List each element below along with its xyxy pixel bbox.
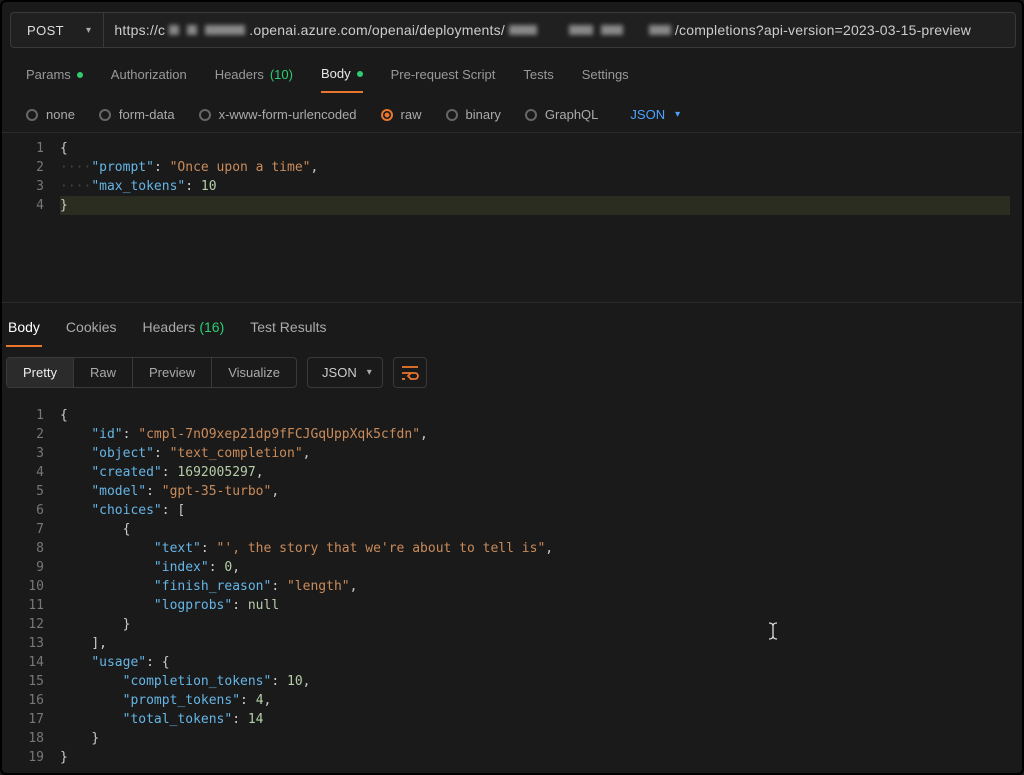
redacted-block	[601, 25, 623, 35]
view-mode-segmented: Pretty Raw Preview Visualize	[6, 357, 297, 388]
chevron-down-icon: ▾	[675, 109, 680, 120]
tab-settings[interactable]: Settings	[582, 66, 629, 93]
view-preview-button[interactable]: Preview	[132, 358, 211, 387]
radio-icon	[199, 109, 211, 121]
view-pretty-button[interactable]: Pretty	[7, 358, 73, 387]
tab-prerequest-script[interactable]: Pre-request Script	[391, 66, 496, 93]
radio-icon	[525, 109, 537, 121]
response-tab-test-results[interactable]: Test Results	[248, 311, 328, 347]
active-indicator-icon	[77, 72, 83, 78]
url-text-mid: .openai.azure.com/openai/deployments/	[249, 22, 505, 38]
redacted-block	[187, 25, 197, 35]
view-raw-button[interactable]: Raw	[73, 358, 132, 387]
tab-authorization[interactable]: Authorization	[111, 66, 187, 93]
redacted-block	[169, 25, 179, 35]
tab-headers[interactable]: Headers (10)	[215, 66, 293, 93]
response-tab-cookies[interactable]: Cookies	[64, 311, 119, 347]
radio-binary[interactable]: binary	[446, 107, 501, 122]
response-section-tabs: Body Cookies Headers (16) Test Results	[2, 302, 1022, 347]
active-indicator-icon	[357, 71, 363, 77]
redacted-block	[205, 25, 245, 35]
response-tab-headers[interactable]: Headers (16)	[141, 311, 227, 347]
request-body-editor[interactable]: 1234 { ····"prompt": "Once upon a time",…	[2, 132, 1022, 302]
radio-none[interactable]: none	[26, 107, 75, 122]
radio-icon	[381, 109, 393, 121]
url-text-prefix: https://c	[114, 22, 165, 38]
radio-icon	[99, 109, 111, 121]
radio-formdata[interactable]: form-data	[99, 107, 175, 122]
request-body-code[interactable]: { ····"prompt": "Once upon a time", ····…	[54, 133, 1022, 302]
response-body-editor[interactable]: 12345678910111213141516171819 { "id": "c…	[2, 396, 1022, 767]
body-type-selector: none form-data x-www-form-urlencoded raw…	[2, 93, 1022, 132]
request-url-bar: POST ▾ https://c .openai.azure.com/opena…	[2, 10, 1022, 50]
tab-params[interactable]: Params	[26, 66, 83, 93]
response-tab-body[interactable]: Body	[6, 311, 42, 347]
response-format-dropdown[interactable]: JSON ▾	[307, 357, 383, 388]
response-toolbar: Pretty Raw Preview Visualize JSON ▾	[2, 347, 1022, 396]
radio-urlencoded[interactable]: x-www-form-urlencoded	[199, 107, 357, 122]
response-body-code[interactable]: { "id": "cmpl-7nO9xep21dp9fFCJGqUppXqk5c…	[54, 400, 1022, 767]
request-section-tabs: Params Authorization Headers (10) Body P…	[2, 50, 1022, 93]
tab-tests[interactable]: Tests	[523, 66, 553, 93]
redacted-block	[509, 25, 537, 35]
raw-format-dropdown[interactable]: JSON ▾	[630, 107, 680, 122]
tab-body[interactable]: Body	[321, 66, 363, 93]
radio-icon	[446, 109, 458, 121]
chevron-down-icon: ▾	[86, 25, 91, 36]
radio-graphql[interactable]: GraphQL	[525, 107, 598, 122]
http-method-label: POST	[27, 23, 64, 38]
url-input[interactable]: https://c .openai.azure.com/openai/deplo…	[103, 12, 1016, 48]
chevron-down-icon: ▾	[367, 367, 372, 378]
radio-raw[interactable]: raw	[381, 107, 422, 122]
http-method-dropdown[interactable]: POST ▾	[10, 12, 103, 48]
wrap-lines-button[interactable]	[393, 357, 427, 388]
redacted-block	[569, 25, 593, 35]
line-gutter: 12345678910111213141516171819	[2, 400, 54, 767]
redacted-block	[649, 25, 671, 35]
url-text-suffix: /completions?api-version=2023-03-15-prev…	[675, 22, 971, 38]
view-visualize-button[interactable]: Visualize	[211, 358, 296, 387]
radio-icon	[26, 109, 38, 121]
line-gutter: 1234	[2, 133, 54, 302]
